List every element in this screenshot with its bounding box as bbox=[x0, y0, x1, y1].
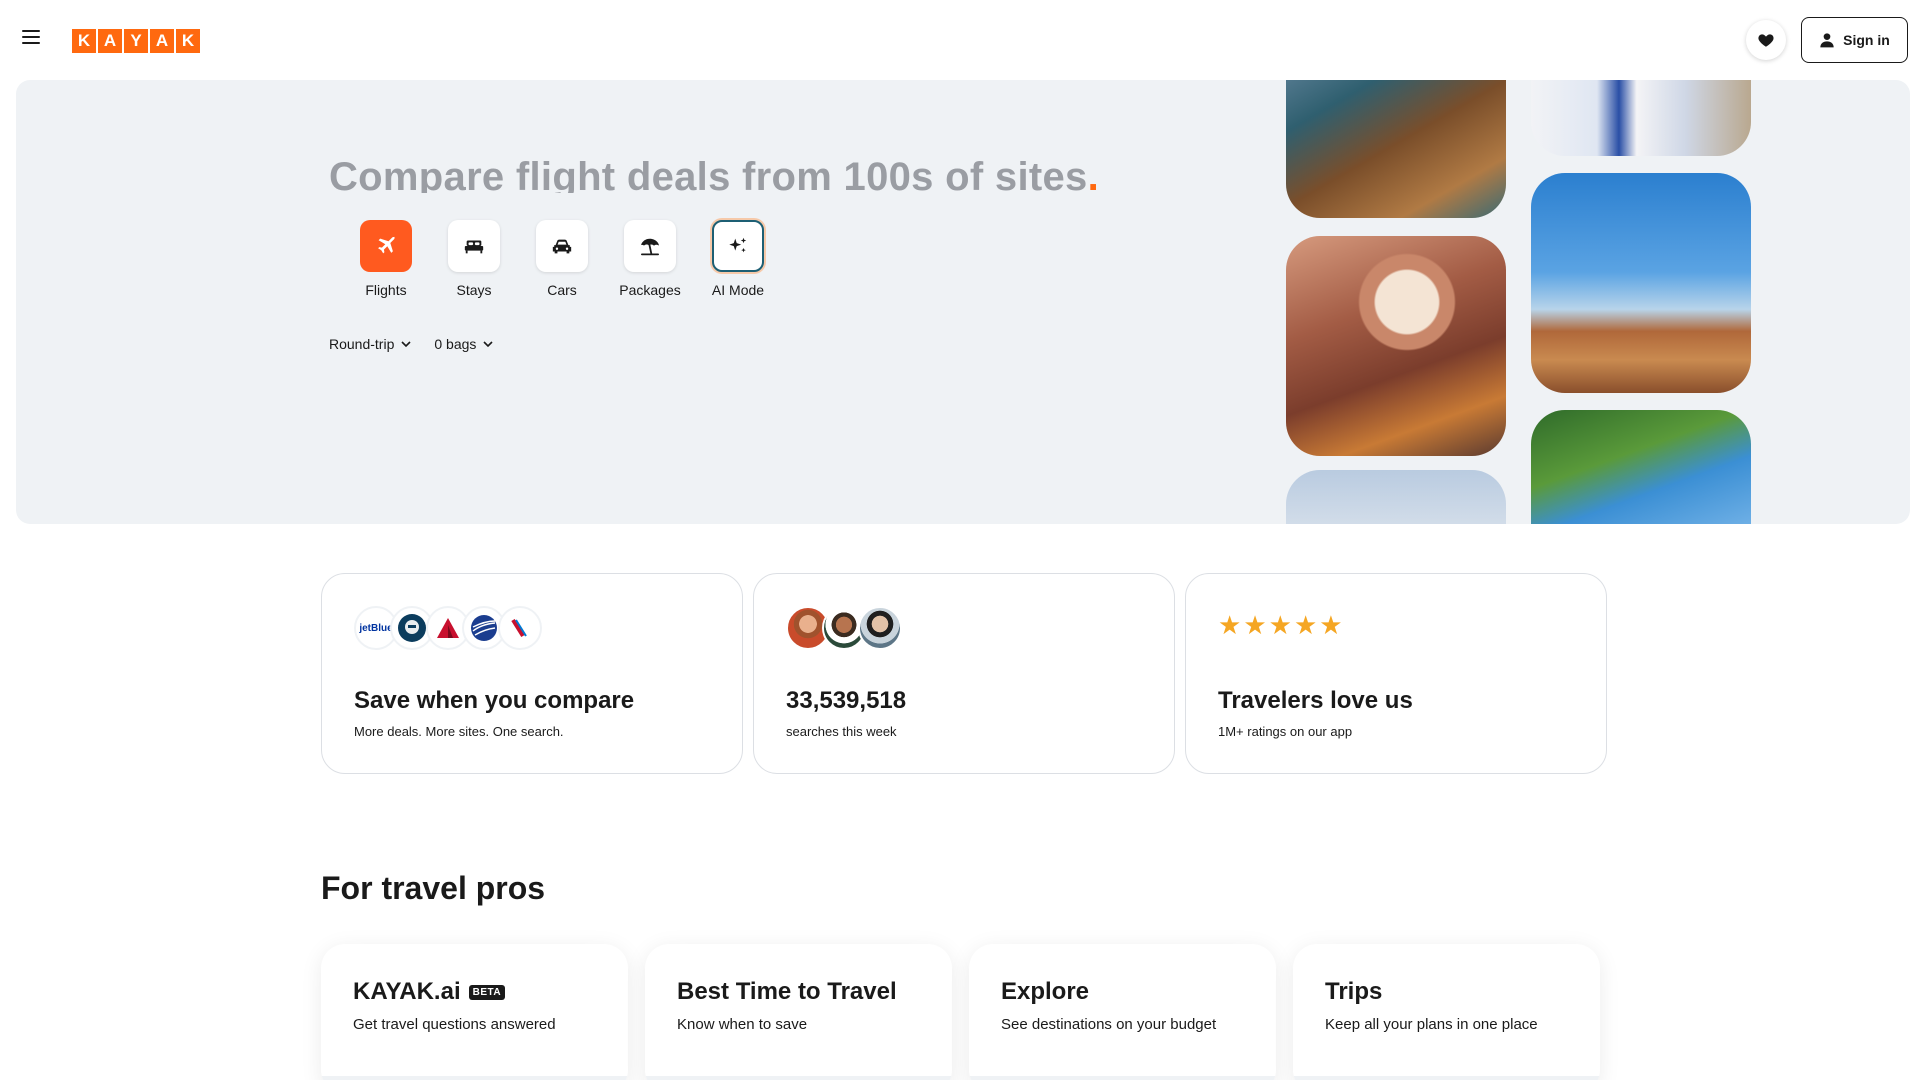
pro-card-kayak-ai[interactable]: KAYAK.ai BETA Get travel questions answe… bbox=[321, 944, 628, 1080]
vertical-label: AI Mode bbox=[711, 282, 765, 298]
pro-card-trips[interactable]: Trips Keep all your plans in one place bbox=[1293, 944, 1600, 1080]
vertical-packages[interactable]: Packages bbox=[606, 220, 694, 298]
heart-icon bbox=[1758, 34, 1774, 47]
logo-letter: Y bbox=[124, 29, 148, 53]
stat-subtitle: 1M+ ratings on our app bbox=[1218, 724, 1353, 739]
hamburger-menu-icon[interactable] bbox=[22, 30, 42, 50]
alaska-logo-icon bbox=[398, 614, 426, 642]
vertical-label: Stays bbox=[456, 282, 492, 298]
pro-card-preview bbox=[1293, 1076, 1600, 1080]
pro-card-preview bbox=[321, 1076, 628, 1080]
hero-title-text: Compare flight deals from 100s of sites bbox=[329, 155, 1088, 193]
traveler-avatars bbox=[786, 606, 902, 650]
hero-section: Compare flight deals from 100s of sites.… bbox=[16, 80, 1910, 524]
avatar bbox=[858, 606, 902, 650]
trip-type-value: Round-trip bbox=[329, 336, 395, 352]
rating-stars: ★ ★ ★ ★ ★ bbox=[1218, 612, 1343, 638]
pro-card-subtitle: Keep all your plans in one place bbox=[1325, 1016, 1538, 1033]
top-nav: K A Y A K Sign in bbox=[0, 0, 1920, 80]
vertical-icon-box bbox=[448, 220, 500, 272]
pro-card-subtitle: Get travel questions answered bbox=[353, 1016, 556, 1033]
vertical-label: Packages bbox=[619, 282, 681, 298]
pro-card-preview bbox=[969, 1076, 1276, 1080]
logo-letter: A bbox=[98, 29, 122, 53]
travel-pros-heading: For travel pros bbox=[321, 870, 546, 906]
logo-letter: K bbox=[72, 29, 96, 53]
stat-title: Save when you compare bbox=[354, 687, 635, 714]
pro-card-title: Explore bbox=[1001, 978, 1090, 1005]
logo-letter: K bbox=[176, 29, 200, 53]
delta-logo-icon bbox=[437, 618, 459, 638]
star-icon: ★ bbox=[1218, 610, 1242, 640]
sign-in-button[interactable]: Sign in bbox=[1801, 17, 1908, 63]
trip-type-dropdown[interactable]: Round-trip bbox=[329, 336, 412, 352]
star-icon: ★ bbox=[1293, 610, 1318, 640]
star-icon: ★ bbox=[1243, 610, 1267, 640]
pro-card-title: KAYAK.ai BETA bbox=[353, 978, 506, 1006]
bags-dropdown[interactable]: 0 bags bbox=[434, 336, 494, 352]
vertical-flights[interactable]: Flights bbox=[342, 220, 430, 298]
beta-badge: BETA bbox=[468, 984, 506, 1000]
star-icon: ★ bbox=[1319, 610, 1343, 640]
hero-photo-child-window bbox=[1286, 236, 1506, 456]
hero-photo-aerial-river bbox=[1286, 80, 1506, 218]
bags-value: 0 bags bbox=[434, 336, 477, 352]
chevron-down-icon bbox=[401, 341, 411, 348]
kayak-logo[interactable]: K A Y A K bbox=[72, 29, 200, 53]
hero-photo-white-street bbox=[1531, 80, 1751, 156]
search-verticals: Flights Stays Cars Packages AI Mode bbox=[342, 220, 782, 298]
vertical-icon-box bbox=[360, 220, 412, 272]
pro-card-preview bbox=[645, 1076, 952, 1080]
stat-subtitle: searches this week bbox=[786, 724, 897, 739]
stat-subtitle: More deals. More sites. One search. bbox=[354, 724, 564, 739]
favorites-button[interactable] bbox=[1746, 20, 1786, 60]
vertical-icon-box bbox=[536, 220, 588, 272]
hero-photo-palm bbox=[1531, 410, 1751, 524]
plane-icon bbox=[378, 236, 395, 254]
vertical-ai-mode[interactable]: AI Mode bbox=[694, 220, 782, 298]
airline-logos: jetBlue bbox=[354, 606, 542, 650]
user-icon bbox=[1820, 33, 1834, 48]
pro-card-best-time[interactable]: Best Time to Travel Know when to save bbox=[645, 944, 952, 1080]
stat-card-compare: jetBlue Save when you compare More deals… bbox=[321, 573, 743, 774]
hero-photo-sky bbox=[1286, 470, 1506, 524]
pro-card-subtitle: Know when to save bbox=[677, 1016, 808, 1033]
stat-card-ratings: ★ ★ ★ ★ ★ Travelers love us 1M+ ratings … bbox=[1185, 573, 1607, 774]
sparkle-icon bbox=[729, 237, 747, 253]
stat-title: Travelers love us bbox=[1218, 687, 1413, 714]
pro-card-explore[interactable]: Explore See destinations on your budget bbox=[969, 944, 1276, 1080]
hero-photo-desert-rocks bbox=[1531, 173, 1751, 393]
hero-title: Compare flight deals from 100s of sites. bbox=[329, 151, 1099, 193]
bed-icon bbox=[464, 240, 484, 254]
logo-letter: A bbox=[150, 29, 174, 53]
stat-card-searches: 33,539,518 searches this week bbox=[753, 573, 1175, 774]
airline-logo-american bbox=[498, 606, 542, 650]
pro-card-title-text: KAYAK.ai bbox=[353, 978, 461, 1005]
pro-card-subtitle: See destinations on your budget bbox=[1001, 1016, 1217, 1033]
united-logo-icon bbox=[471, 615, 497, 641]
beach-umbrella-icon bbox=[641, 238, 659, 256]
hero-title-dot: . bbox=[1087, 155, 1099, 193]
vertical-stays[interactable]: Stays bbox=[430, 220, 518, 298]
car-icon bbox=[552, 239, 572, 254]
american-logo-icon bbox=[511, 618, 527, 638]
star-icon: ★ bbox=[1268, 610, 1292, 640]
vertical-label: Flights bbox=[365, 282, 407, 298]
chevron-down-icon bbox=[483, 341, 493, 348]
pro-card-title: Trips bbox=[1325, 978, 1383, 1005]
vertical-label: Cars bbox=[547, 282, 577, 298]
pro-card-title: Best Time to Travel bbox=[677, 978, 897, 1005]
vertical-icon-box bbox=[712, 220, 764, 272]
trip-options: Round-trip 0 bags bbox=[329, 336, 494, 352]
vertical-icon-box bbox=[624, 220, 676, 272]
vertical-cars[interactable]: Cars bbox=[518, 220, 606, 298]
sign-in-label: Sign in bbox=[1843, 32, 1890, 48]
searches-count: 33,539,518 bbox=[786, 687, 907, 714]
